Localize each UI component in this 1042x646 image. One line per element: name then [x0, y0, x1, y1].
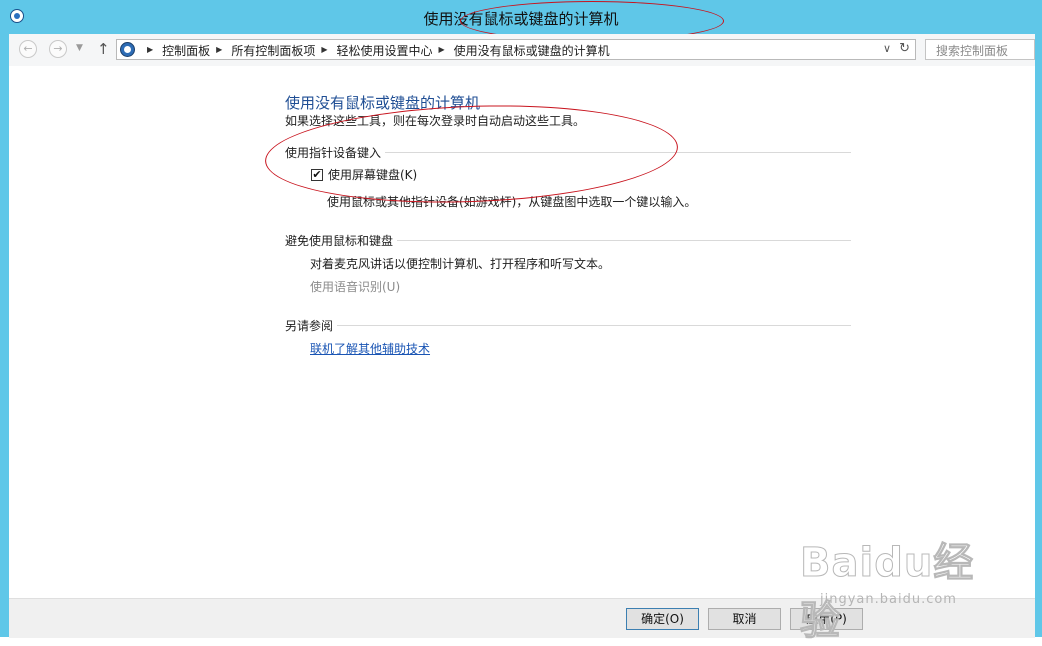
refresh-icon[interactable]: ↻ [899, 41, 910, 56]
section-heading-avoid-mouse-keyboard: 避免使用鼠标和键盘 [285, 232, 851, 248]
search-input[interactable]: 搜索控制面板 [925, 39, 1035, 60]
window-title: 使用没有鼠标或键盘的计算机 [423, 10, 619, 28]
control-panel-icon [120, 42, 135, 57]
back-button[interactable]: ← [19, 40, 37, 58]
cancel-button[interactable]: 取消 [708, 608, 781, 630]
assistive-tech-online-link[interactable]: 联机了解其他辅助技术 [310, 340, 430, 357]
on-screen-keyboard-label[interactable]: 使用屏幕键盘(K) [328, 166, 417, 183]
page-description: 如果选择这些工具，则在每次登录时自动启动这些工具。 [285, 114, 586, 128]
section-heading-pointing-device: 使用指针设备键入 [285, 144, 851, 160]
chevron-right-icon[interactable]: ▶ [216, 45, 222, 54]
chevron-right-icon[interactable]: ▶ [439, 45, 445, 54]
navigation-bar: ← → ▼ ↑ ▶ 控制面板 ▶ 所有控制面板项 ▶ 轻松使用设置中心 ▶ 使用没有鼠标或键盘… [9, 34, 1035, 67]
breadcrumb-item-control-panel[interactable]: 控制面板 [162, 42, 210, 59]
speech-recognition-link[interactable]: 使用语音识别(U) [310, 278, 400, 295]
page-title: 使用没有鼠标或键盘的计算机 [285, 94, 481, 112]
forward-button[interactable]: → [49, 40, 67, 58]
recent-locations-dropdown-icon[interactable]: ▼ [76, 43, 83, 53]
on-screen-keyboard-description: 使用鼠标或其他指针设备(如游戏杆)，从键盘图中选取一个键以输入。 [327, 195, 697, 209]
window-frame-right [1035, 0, 1042, 637]
section-heading-see-also: 另请参阅 [285, 317, 851, 333]
breadcrumb: ▶ 控制面板 ▶ 所有控制面板项 ▶ 轻松使用设置中心 ▶ 使用没有鼠标或键盘的计算机 [141, 42, 610, 59]
main-content: 使用没有鼠标或键盘的计算机 如果选择这些工具，则在每次登录时自动启动这些工具。 … [9, 66, 1035, 598]
speech-description: 对着麦克风讲话以便控制计算机、打开程序和听写文本。 [310, 257, 611, 271]
apply-button[interactable]: 应用(P) [790, 608, 863, 630]
window-frame-left [0, 0, 9, 637]
breadcrumb-item-current[interactable]: 使用没有鼠标或键盘的计算机 [454, 42, 610, 59]
chevron-right-icon[interactable]: ▶ [321, 45, 327, 54]
title-bar: 使用没有鼠标或键盘的计算机 [0, 0, 1042, 34]
up-arrow-icon[interactable]: ↑ [97, 40, 110, 58]
chevron-right-icon[interactable]: ▶ [147, 45, 153, 54]
breadcrumb-item-ease-of-access[interactable]: 轻松使用设置中心 [337, 42, 433, 59]
address-bar[interactable]: ▶ 控制面板 ▶ 所有控制面板项 ▶ 轻松使用设置中心 ▶ 使用没有鼠标或键盘的计算机 ∨ ↻ [116, 39, 916, 60]
breadcrumb-item-all-items[interactable]: 所有控制面板项 [231, 42, 315, 59]
chevron-down-icon[interactable]: ∨ [883, 42, 891, 55]
dialog-button-bar: 确定(O) 取消 应用(P) [9, 598, 1035, 638]
ok-button[interactable]: 确定(O) [626, 608, 699, 630]
on-screen-keyboard-checkbox[interactable]: ✔ [311, 169, 323, 181]
